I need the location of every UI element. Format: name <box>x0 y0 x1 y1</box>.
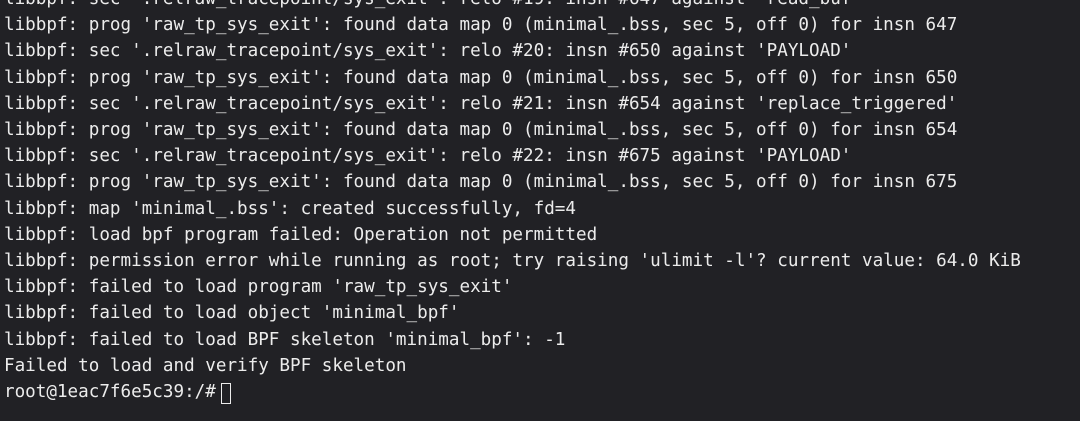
output-line: libbpf: load bpf program failed: Operati… <box>4 224 598 245</box>
terminal-cursor[interactable] <box>220 382 231 404</box>
output-line: libbpf: permission error while running a… <box>4 251 1021 272</box>
shell-prompt: root@1eac7f6e5c39:/# <box>4 382 216 403</box>
output-line: libbpf: failed to load program 'raw_tp_s… <box>4 277 513 298</box>
output-line: Failed to load and verify BPF skeleton <box>4 355 407 376</box>
terminal-window[interactable]: libbpf: sec '.relraw_tracepoint/sys_exit… <box>0 0 1080 421</box>
output-line: libbpf: prog 'raw_tp_sys_exit': found da… <box>4 15 958 36</box>
terminal-output: libbpf: sec '.relraw_tracepoint/sys_exit… <box>4 0 1080 405</box>
output-line: libbpf: failed to load BPF skeleton 'min… <box>4 329 566 350</box>
output-line: libbpf: prog 'raw_tp_sys_exit': found da… <box>4 120 958 141</box>
output-line: libbpf: prog 'raw_tp_sys_exit': found da… <box>4 67 958 88</box>
output-line: libbpf: map 'minimal_.bss': created succ… <box>4 198 576 219</box>
output-line: libbpf: sec '.relraw_tracepoint/sys_exit… <box>4 146 852 167</box>
output-line: libbpf: sec '.relraw_tracepoint/sys_exit… <box>4 41 852 62</box>
command-prompt-line[interactable]: root@1eac7f6e5c39:/# <box>4 379 1080 405</box>
output-line: libbpf: prog 'raw_tp_sys_exit': found da… <box>4 172 958 193</box>
output-line: libbpf: sec '.relraw_tracepoint/sys_exit… <box>4 93 958 114</box>
output-line: libbpf: sec '.relraw_tracepoint/sys_exit… <box>4 0 1080 12</box>
output-line: libbpf: failed to load object 'minimal_b… <box>4 303 460 324</box>
